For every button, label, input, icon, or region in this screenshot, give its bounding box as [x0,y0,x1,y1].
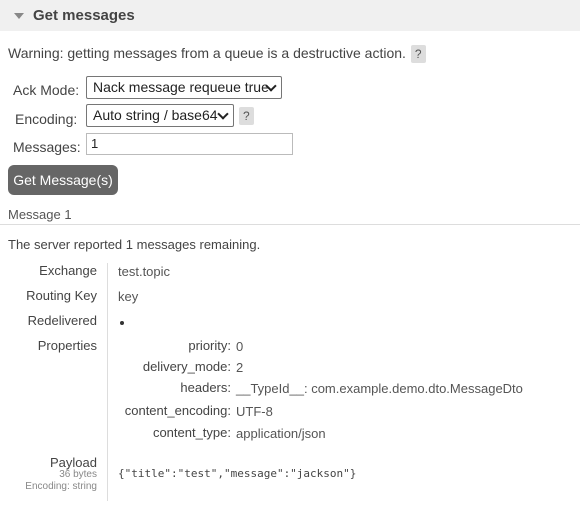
ack-mode-label: Ack Mode: [13,82,80,98]
ack-mode-select[interactable]: Nack message requeue true [86,76,282,99]
payload-encoding: Encoding: string [25,481,97,492]
field-separator [107,263,108,501]
reported-prefix: The server reported [8,237,126,252]
headers-label: headers: [180,380,231,395]
payload-value: {"title":"test","message":"jackson"} [118,467,357,480]
messages-count-input[interactable]: 1 [86,133,293,155]
warning-message: Warning: getting messages from a queue i… [8,45,426,63]
encoding-label: Encoding: [15,111,78,127]
properties-label: Properties [37,338,97,353]
routing-key-value: key [118,289,139,304]
redelivered-bullet-icon [120,321,124,325]
collapse-triangle-icon[interactable] [14,13,24,19]
delivery-mode-label: delivery_mode: [142,359,231,374]
priority-label: priority: [188,338,231,353]
payload-label: Payload [50,455,97,470]
warning-help-icon[interactable]: ? [410,45,426,63]
routing-key-label: Routing Key [26,288,97,303]
redelivered-label: Redelivered [27,313,97,328]
content-type-label: content_type: [152,425,231,440]
exchange-label: Exchange [39,263,97,278]
reported-suffix: messages remaining. [133,237,261,252]
content-encoding-label: content_encoding: [124,403,231,418]
encoding-value: Auto string / base64 [93,107,218,123]
encoding-select[interactable]: Auto string / base64 [86,104,234,127]
delivery-mode-value: 2 [236,360,244,375]
server-reported-text: The server reported 1 messages remaining… [8,237,260,252]
content-encoding-value: UTF-8 [236,404,273,419]
chevron-down-icon [217,108,229,120]
divider [0,224,580,225]
payload-size: 36 bytes [59,469,97,480]
encoding-help-icon[interactable]: ? [239,107,254,125]
remaining-count: 1 [125,237,134,252]
section-title: Get messages [33,7,135,24]
messages-label: Messages: [13,139,81,155]
header-value: com.example.demo.dto.MessageDto [311,381,523,396]
get-messages-header[interactable]: Get messages [0,0,580,31]
content-type-value: application/json [236,426,326,441]
ack-mode-value: Nack message requeue true [93,79,269,95]
warning-text: Warning: getting messages from a queue i… [8,45,406,61]
message-heading: Message 1 [8,207,72,222]
get-messages-button[interactable]: Get Message(s) [8,165,118,195]
header-key: __TypeId__: [236,381,308,396]
headers-value: __TypeId__: com.example.demo.dto.Message… [236,381,523,396]
exchange-value: test.topic [118,264,171,279]
priority-value: 0 [236,339,244,354]
